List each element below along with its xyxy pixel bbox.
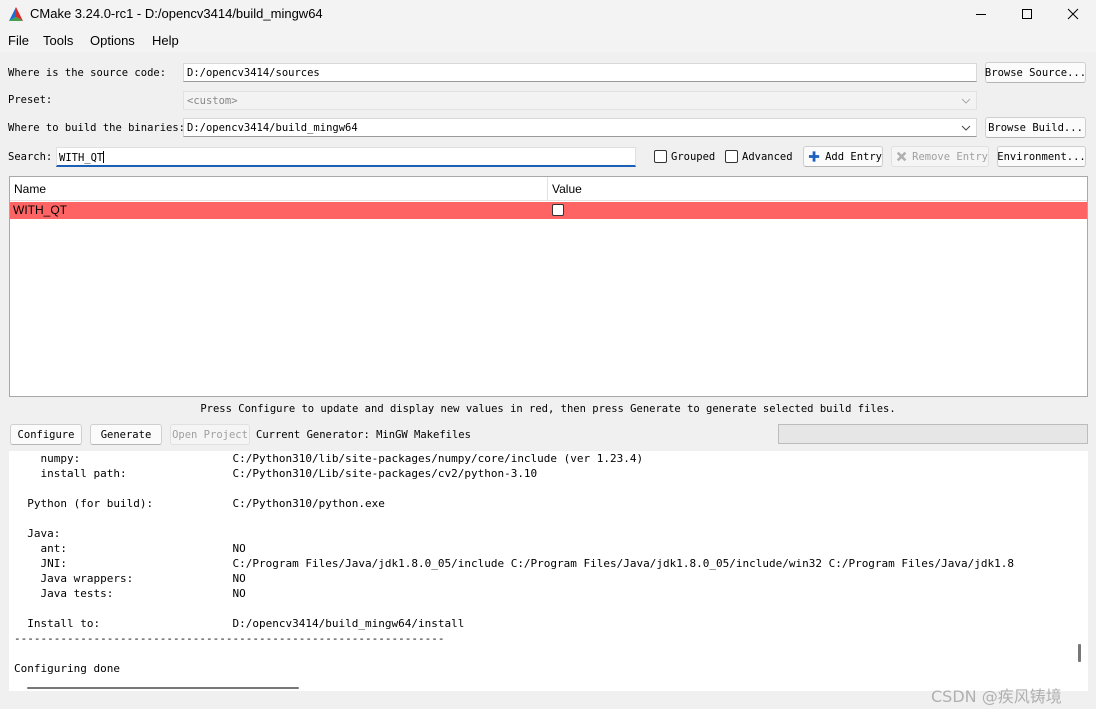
maximize-button[interactable] <box>1004 0 1050 28</box>
binaries-label: Where to build the binaries: <box>8 122 186 134</box>
log-line: install path: C:/Python310/Lib/site-pack… <box>14 467 538 480</box>
browse-build-button[interactable]: Browse Build... <box>985 117 1086 138</box>
plus-icon <box>808 151 820 162</box>
menu-bar: File Tools Options Help <box>0 28 1096 52</box>
current-generator: Current Generator: MinGW Makefiles <box>256 429 471 441</box>
preset-value: <custom> <box>187 95 238 107</box>
binaries-value: D:/opencv3414/build_mingw64 <box>187 122 358 134</box>
grouped-checkbox[interactable] <box>654 150 667 163</box>
text-caret <box>103 151 105 163</box>
source-label: Where is the source code: <box>8 67 167 79</box>
chevron-down-icon <box>961 125 971 131</box>
log-line: JNI: C:/Program Files/Java/jdk1.8.0_05/i… <box>14 557 1015 570</box>
configure-hint: Press Configure to update and display ne… <box>200 403 896 415</box>
close-button[interactable] <box>1050 0 1096 28</box>
environment-button[interactable]: Environment... <box>997 146 1086 167</box>
log-line: Configuring done <box>14 662 120 675</box>
remove-entry-label: Remove Entry <box>912 150 988 163</box>
table-row[interactable]: WITH_QT <box>10 202 1087 219</box>
open-project-button[interactable]: Open Project <box>170 424 250 445</box>
chevron-down-icon <box>961 98 971 104</box>
grouped-label: Grouped <box>671 151 716 163</box>
entry-name: WITH_QT <box>13 203 67 217</box>
log-line: Python (for build): C:/Python310/python.… <box>14 497 385 510</box>
preset-label: Preset: <box>8 94 53 106</box>
binaries-combo[interactable]: D:/opencv3414/build_mingw64 <box>183 118 977 137</box>
advanced-label: Advanced <box>742 151 793 163</box>
search-value: WITH_QT <box>59 152 104 164</box>
browse-source-button[interactable]: Browse Source... <box>985 62 1086 83</box>
menu-file[interactable]: File <box>8 33 29 48</box>
column-header-name[interactable]: Name <box>10 177 548 201</box>
menu-help[interactable]: Help <box>152 33 179 48</box>
add-entry-label: Add Entry <box>825 150 882 163</box>
search-label: Search: <box>8 151 53 163</box>
horizontal-scrollbar-thumb[interactable] <box>27 687 299 689</box>
log-line: Install to: D:/opencv3414/build_mingw64/… <box>14 617 465 630</box>
maximize-icon <box>1022 9 1032 19</box>
advanced-checkbox[interactable] <box>725 150 738 163</box>
vertical-scrollbar-thumb[interactable] <box>1078 644 1081 662</box>
cmake-logo-icon <box>9 7 23 21</box>
minimize-icon <box>976 14 986 15</box>
entry-value-checkbox[interactable] <box>552 204 564 216</box>
menu-tools[interactable]: Tools <box>43 33 73 48</box>
title-bar: CMake 3.24.0-rc1 - D:/opencv3414/build_m… <box>0 0 1096 28</box>
log-line: numpy: C:/Python310/lib/site-packages/nu… <box>14 452 644 465</box>
progress-bar <box>778 424 1088 444</box>
cache-table[interactable]: Name Value WITH_QT <box>9 176 1088 397</box>
window-title: CMake 3.24.0-rc1 - D:/opencv3414/build_m… <box>30 6 323 21</box>
configure-button[interactable]: Configure <box>10 424 82 445</box>
search-input[interactable]: WITH_QT <box>56 147 636 167</box>
output-log[interactable]: numpy: C:/Python310/lib/site-packages/nu… <box>9 451 1088 691</box>
log-line: ant: NO <box>14 542 246 555</box>
log-line: ----------------------------------------… <box>14 632 445 645</box>
log-line: Java tests: NO <box>14 587 246 600</box>
menu-options[interactable]: Options <box>90 33 135 48</box>
close-icon <box>1067 8 1079 20</box>
add-entry-button[interactable]: Add Entry <box>803 146 883 167</box>
log-line: Java wrappers: NO <box>14 572 246 585</box>
csdn-watermark: CSDN @疾风铸境 <box>931 687 1062 706</box>
log-line: Java: <box>14 527 61 540</box>
column-header-value[interactable]: Value <box>548 177 1087 201</box>
minimize-button[interactable] <box>958 0 1004 28</box>
remove-entry-button[interactable]: Remove Entry <box>891 146 989 167</box>
source-input[interactable]: D:/opencv3414/sources <box>183 63 977 82</box>
remove-x-icon <box>896 151 907 162</box>
generate-button[interactable]: Generate <box>90 424 162 445</box>
preset-combo: <custom> <box>183 91 977 110</box>
